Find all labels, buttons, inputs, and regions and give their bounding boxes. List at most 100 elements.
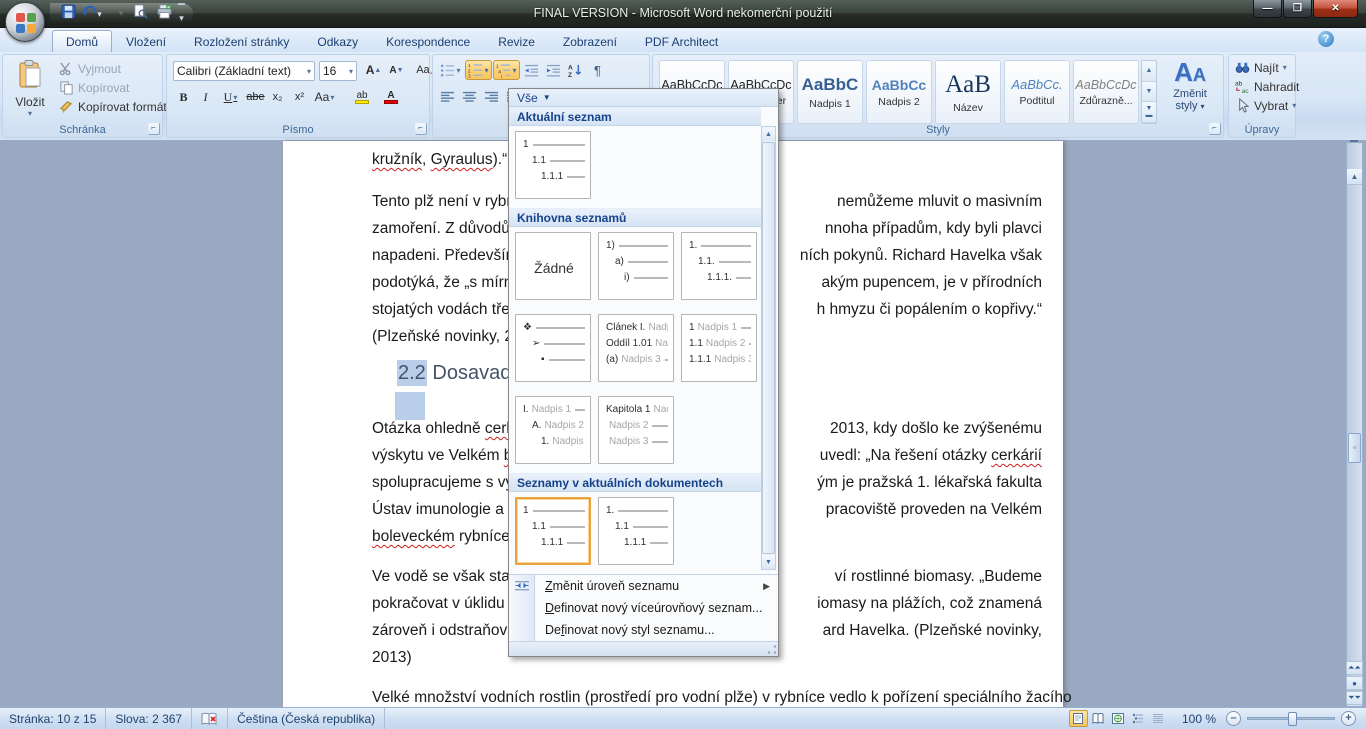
bold-button[interactable]: B	[173, 87, 194, 107]
dropdown-resize-grip[interactable]	[509, 641, 778, 656]
help-button[interactable]: ?	[1318, 31, 1334, 47]
show-marks-button[interactable]: ¶	[587, 60, 608, 80]
menu-item-zm-nit-rove-seznamu[interactable]: Změnit úroveň seznamu▶	[509, 575, 778, 597]
style-nadpis-1[interactable]: AaBbCNadpis 1	[797, 60, 863, 124]
close-button[interactable]: ✕	[1313, 0, 1358, 18]
tab-pdf-architect[interactable]: PDF Architect	[631, 30, 732, 52]
style-sample: AaBbCc	[872, 77, 926, 93]
tab-dom-[interactable]: Domů	[52, 30, 112, 52]
list-style-tile[interactable]: Žádné	[515, 232, 591, 300]
numbering-button[interactable]: 123▾	[465, 60, 492, 80]
menu-item-finovat-nov-styl-seznamu-[interactable]: Definovat nový styl seznamu...	[509, 619, 778, 641]
view-button-draft[interactable]	[1149, 710, 1168, 727]
styles-dialog-launcher[interactable]: ⌐	[1209, 123, 1221, 135]
decrease-indent-button[interactable]	[521, 60, 542, 80]
list-style-tile[interactable]: 1)a)i)	[598, 232, 674, 300]
superscript-button[interactable]: x²	[289, 87, 310, 107]
next-page-button[interactable]: ⏷⏷	[1346, 691, 1363, 705]
find-button[interactable]: Najít▾	[1231, 58, 1303, 77]
align-left-button[interactable]	[437, 87, 458, 107]
browse-object-button[interactable]: ●	[1346, 676, 1363, 690]
subscript-button[interactable]: x₂	[267, 87, 288, 107]
clipboard-dialog-launcher[interactable]: ⌐	[148, 123, 160, 135]
scrollbar-thumb[interactable]	[762, 142, 775, 554]
scroll-up-icon[interactable]: ▲	[1142, 61, 1156, 82]
tab-rozlo-en-str-nky[interactable]: Rozložení stránky	[180, 30, 303, 52]
menu-item-definovat-nov-v-ce-rov-ov-sezn[interactable]: Definovat nový víceúrovňový seznam...	[509, 597, 778, 619]
font-dialog-launcher[interactable]: ⌐	[415, 123, 427, 135]
view-button-outline[interactable]	[1129, 710, 1148, 727]
zoom-slider-track[interactable]	[1247, 717, 1335, 720]
zoom-out-button[interactable]: –	[1226, 711, 1241, 726]
scroll-up-arrow[interactable]: ▲	[1347, 169, 1362, 185]
underline-button[interactable]: U▾	[217, 87, 244, 107]
paste-button[interactable]: Vložit ▾	[8, 58, 52, 122]
format-painter-button[interactable]: Kopírovat formát	[55, 97, 171, 116]
text-run: Ve vodě se však sta	[372, 568, 510, 585]
align-center-button[interactable]	[459, 87, 480, 107]
list-style-tile[interactable]: ❖➢▪	[515, 314, 591, 382]
shrink-font-button[interactable]: A▼	[386, 60, 407, 80]
font-name-combo[interactable]: Calibri (Základní text)▾	[173, 61, 315, 81]
copy-button[interactable]: Kopírovat	[55, 78, 171, 97]
tile-number: a)	[615, 256, 624, 267]
cut-button[interactable]: Vyjmout	[55, 59, 171, 78]
view-button-full-screen-reading[interactable]	[1089, 710, 1108, 727]
font-color-button[interactable]: A	[377, 87, 405, 107]
style-zd-razn-[interactable]: AaBbCcDcZdůrazně...	[1073, 60, 1139, 124]
zoom-level[interactable]: 100 %	[1182, 712, 1216, 726]
zoom-in-button[interactable]: +	[1341, 711, 1356, 726]
sort-button[interactable]: AZ	[565, 60, 586, 80]
tab-revize[interactable]: Revize	[484, 30, 549, 52]
previous-page-button[interactable]: ⏶⏶	[1346, 661, 1363, 675]
bullets-button[interactable]: ▾	[437, 60, 464, 80]
office-button[interactable]	[5, 2, 45, 42]
list-style-tile[interactable]: Článek I.NadpOddíl 1.01Na:(a)Nadpis 3	[598, 314, 674, 382]
dropdown-filter[interactable]: Vše ▼	[509, 89, 778, 107]
list-style-tile[interactable]: Kapitola 1NacNadpis 2Nadpis 3	[598, 396, 674, 464]
font-size-combo[interactable]: 16▾	[319, 61, 357, 81]
list-style-tile[interactable]: 1.1.1.1.1.1.	[681, 232, 757, 300]
word-count[interactable]: Slova: 2 367	[106, 708, 192, 729]
tile-preview-line: 1.1.1.	[689, 272, 751, 283]
scroll-up-arrow[interactable]: ▲	[762, 127, 775, 141]
list-style-tile[interactable]: 1.1.11.1.1	[598, 497, 674, 565]
group-font: Calibri (Základní text)▾ 16▾ A▲ A▼ Aa◢ B…	[166, 54, 430, 138]
list-style-tile[interactable]: 11.11.1.1	[515, 497, 591, 565]
scroll-down-icon[interactable]: ▼	[1142, 82, 1156, 103]
increase-indent-button[interactable]	[543, 60, 564, 80]
replace-button[interactable]: abac Nahradit	[1231, 77, 1303, 96]
vertical-scrollbar[interactable]: ▲ ≡ ▼	[1346, 142, 1363, 707]
restore-button[interactable]: ❐	[1283, 0, 1312, 18]
page-indicator[interactable]: Stránka: 10 z 15	[0, 708, 106, 729]
select-button[interactable]: Vybrat▾	[1231, 96, 1303, 115]
tab-vlo-en-[interactable]: Vložení	[112, 30, 180, 52]
view-button-print-layout[interactable]	[1069, 710, 1088, 727]
tab-zobrazen-[interactable]: Zobrazení	[549, 30, 631, 52]
proofing-status[interactable]	[192, 708, 228, 729]
view-button-web-layout[interactable]	[1109, 710, 1128, 727]
tab-korespondence[interactable]: Korespondence	[372, 30, 484, 52]
language-indicator[interactable]: Čeština (Česká republika)	[228, 708, 385, 729]
list-style-tile[interactable]: 1Nadpis 11.1Nadpis 21.1.1Nadpis 3:	[681, 314, 757, 382]
style-n-zev[interactable]: AaBNázev	[935, 60, 1001, 124]
style-nadpis-2[interactable]: AaBbCcNadpis 2	[866, 60, 932, 124]
italic-button[interactable]: I	[195, 87, 216, 107]
gallery-more-icon[interactable]: ▼▬	[1142, 102, 1156, 123]
zoom-slider-handle[interactable]	[1288, 712, 1297, 726]
style-podtitul[interactable]: AaBbCc.Podtitul	[1004, 60, 1070, 124]
align-right-button[interactable]	[481, 87, 502, 107]
strikethrough-button[interactable]: abe	[245, 87, 266, 107]
scroll-down-arrow[interactable]: ▼	[762, 555, 775, 569]
tab-odkazy[interactable]: Odkazy	[303, 30, 372, 52]
change-styles-button[interactable]: AA Změnit styly ▾	[1161, 59, 1219, 125]
highlight-button[interactable]: ab	[348, 87, 376, 107]
minimize-button[interactable]: —	[1253, 0, 1282, 18]
dropdown-scrollbar[interactable]: ▲ ▼	[761, 126, 776, 570]
grow-font-button[interactable]: A▲	[363, 60, 384, 80]
list-style-tile[interactable]: I.Nadpis 1A.Nadpis 2·1.Nadpis	[515, 396, 591, 464]
multilevel-list-button[interactable]: 1ai▾	[493, 60, 520, 80]
list-style-tile[interactable]: 11.11.1.1	[515, 131, 591, 199]
scrollbar-thumb[interactable]: ≡	[1348, 433, 1361, 463]
change-case-button[interactable]: Aa▾	[311, 87, 338, 107]
